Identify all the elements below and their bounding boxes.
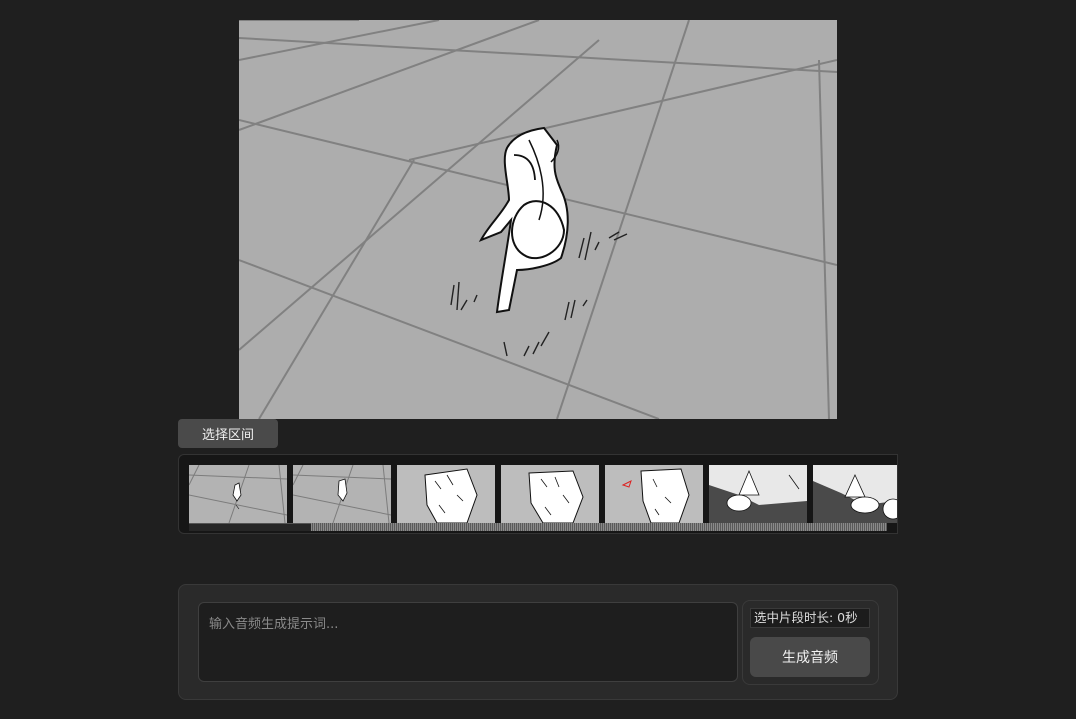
audio-generation-panel: 选中片段时长: 0秒 生成音频 bbox=[178, 584, 898, 700]
selected-duration-label: 选中片段时长: 0秒 bbox=[750, 608, 870, 628]
timeline-frame[interactable] bbox=[501, 465, 599, 523]
timeline-frame[interactable] bbox=[709, 465, 807, 523]
timeline-scrollbar[interactable] bbox=[189, 523, 887, 531]
timeline-frame[interactable] bbox=[397, 465, 495, 523]
timeline-scroll-thumb[interactable] bbox=[189, 523, 311, 531]
audio-prompt-input[interactable] bbox=[198, 602, 738, 682]
preview-frame-image bbox=[239, 20, 837, 419]
video-preview[interactable] bbox=[239, 20, 837, 419]
timeline-frame[interactable] bbox=[605, 465, 703, 523]
timeline-frame[interactable] bbox=[293, 465, 391, 523]
timeline-strip[interactable] bbox=[178, 454, 898, 534]
timeline-frame[interactable] bbox=[189, 465, 287, 523]
app-root: 选择区间 输入音频生成提示词... 选中片段时长: 0秒 生成音频 bbox=[0, 0, 1076, 719]
timeline-frames bbox=[189, 465, 897, 523]
timeline-frame[interactable] bbox=[813, 465, 897, 523]
select-range-button[interactable]: 选择区间 bbox=[178, 419, 278, 448]
generation-controls: 选中片段时长: 0秒 生成音频 bbox=[742, 600, 879, 685]
generate-audio-button[interactable]: 生成音频 bbox=[750, 637, 870, 677]
